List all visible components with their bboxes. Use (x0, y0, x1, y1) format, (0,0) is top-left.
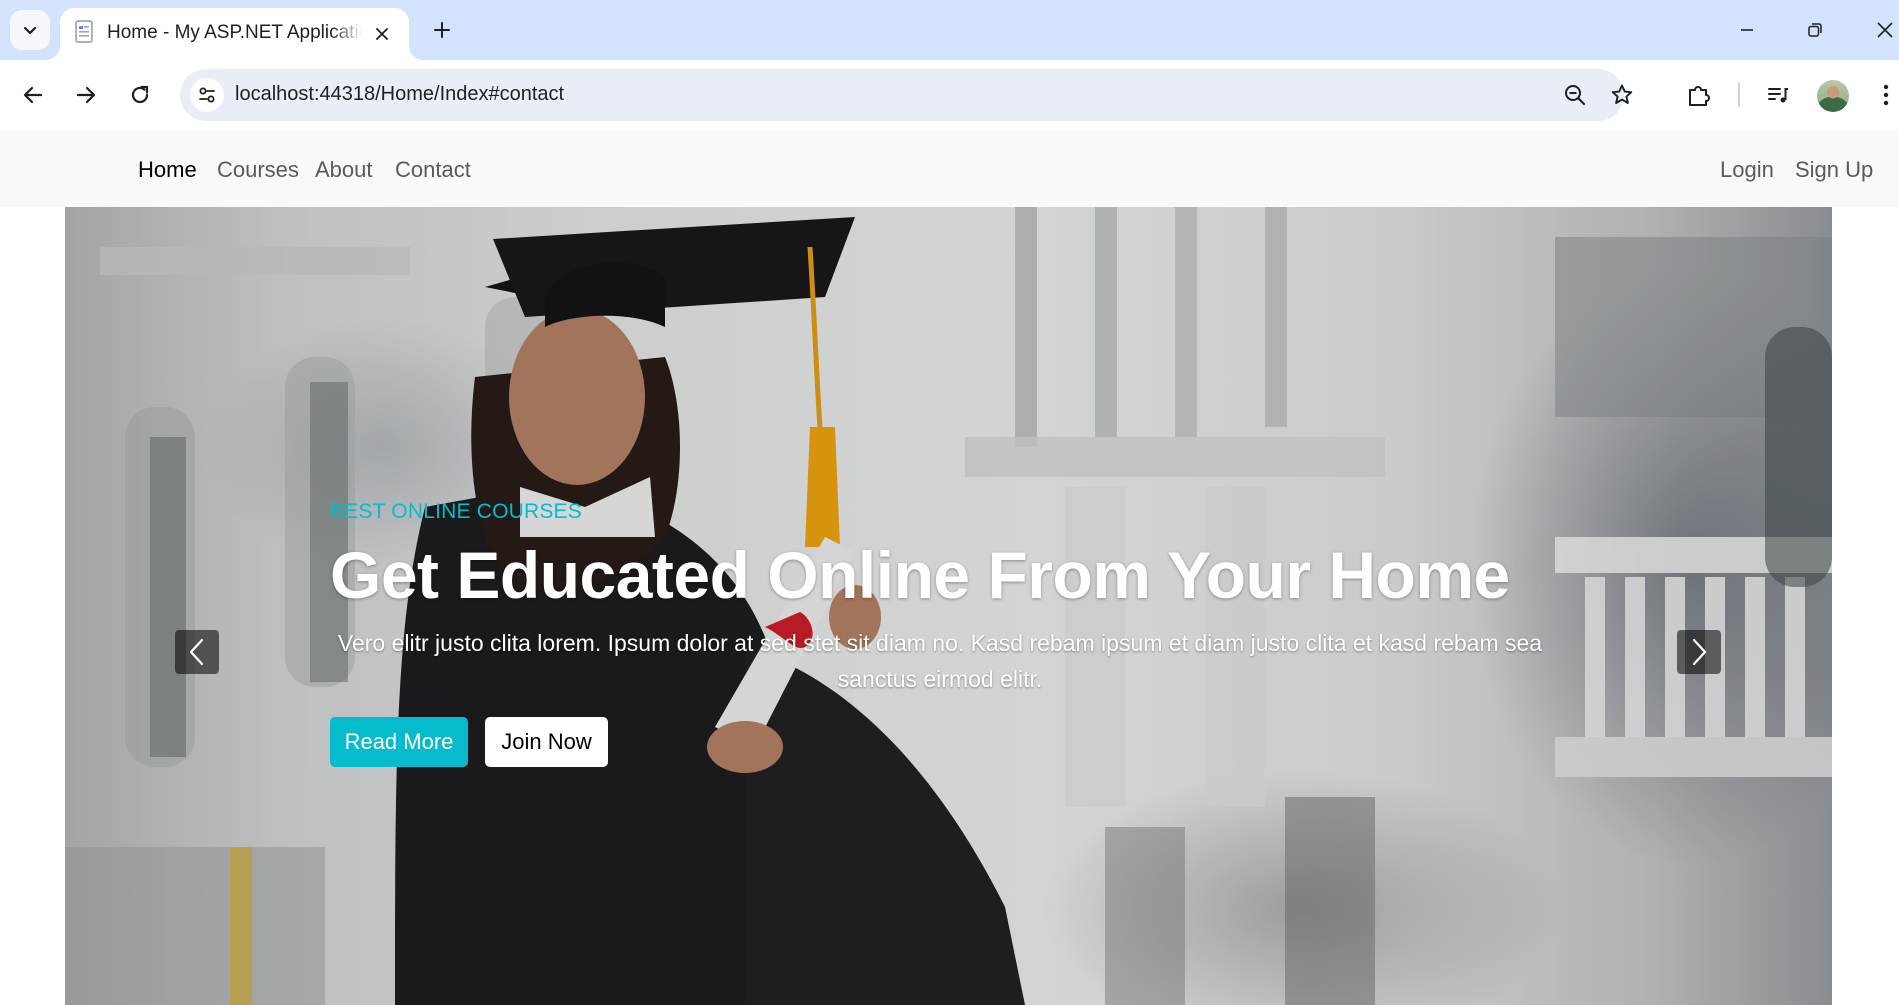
nav-link-contact[interactable]: Contact (395, 157, 471, 183)
carousel-prev-button[interactable] (175, 630, 219, 674)
url-path: :44318/Home/Index#contact (313, 83, 565, 105)
nav-link-courses[interactable]: Courses (217, 157, 299, 183)
tune-icon (199, 87, 215, 103)
chevron-down-icon (23, 26, 37, 35)
restore-button[interactable] (1795, 10, 1835, 50)
browser-menu-button[interactable] (1867, 76, 1899, 114)
web-page: E-Learn Home Courses About Contact Login… (0, 130, 1899, 1005)
close-icon (1877, 22, 1893, 38)
url-host: localhost (235, 83, 314, 105)
forward-button[interactable] (67, 76, 105, 114)
chevron-left-icon (189, 638, 204, 666)
avatar-icon[interactable] (1817, 80, 1849, 112)
close-icon (376, 28, 388, 40)
site-navbar: E-Learn Home Courses About Contact Login… (0, 130, 1899, 207)
reload-icon (131, 85, 149, 104)
restore-icon (1808, 23, 1822, 37)
site-info-button[interactable] (190, 78, 224, 112)
hero-title: Get Educated Online From Your Home (330, 538, 1510, 612)
read-more-button[interactable]: Read More (330, 717, 468, 767)
url-text[interactable]: localhost:44318/Home/Index#contact (235, 83, 564, 106)
kebab-menu-icon (1883, 84, 1889, 106)
tab-search-button[interactable] (10, 10, 50, 50)
arrow-right-icon (76, 86, 96, 104)
address-bar[interactable]: localhost:44318/Home/Index#contact (180, 69, 1633, 121)
puzzle-icon (1689, 86, 1710, 106)
back-button[interactable] (14, 76, 52, 114)
minimize-icon (1741, 29, 1753, 31)
browser-tabstrip: Home - My ASP.NET Application (0, 0, 1899, 60)
zoom-button[interactable] (1561, 81, 1589, 109)
toolbar-separator (1738, 83, 1740, 107)
nav-link-home[interactable]: Home (138, 157, 197, 183)
tab-title: Home - My ASP.NET Application (107, 22, 362, 43)
browser-toolbar: localhost:44318/Home/Index#contact (0, 60, 1899, 130)
hero-eyebrow: BEST ONLINE COURSES (330, 500, 582, 523)
nav-link-about[interactable]: About (315, 157, 373, 183)
nav-link-signup[interactable]: Sign Up (1795, 157, 1873, 183)
plus-icon (434, 22, 450, 38)
site-brand[interactable]: E-Learn (17, 154, 102, 182)
close-window-button[interactable] (1865, 10, 1899, 50)
minimize-button[interactable] (1727, 10, 1767, 50)
nav-link-login[interactable]: Login (1720, 157, 1774, 183)
document-favicon-icon (75, 20, 93, 43)
hero-carousel: BEST ONLINE COURSES Get Educated Online … (65, 207, 1832, 1005)
browser-tab-active[interactable]: Home - My ASP.NET Application (60, 8, 409, 60)
reload-button[interactable] (121, 76, 159, 114)
star-icon (1611, 84, 1633, 104)
media-queue-icon (1768, 88, 1788, 103)
tab-close-button[interactable] (370, 22, 394, 46)
zoom-out-icon (1565, 85, 1586, 106)
hero-description: Vero elitr justo clita lorem. Ipsum dolo… (337, 630, 1543, 692)
extensions-button[interactable] (1680, 76, 1718, 114)
bookmark-button[interactable] (1608, 81, 1636, 109)
new-tab-button[interactable] (424, 12, 460, 48)
media-controls-button[interactable] (1759, 76, 1797, 114)
join-now-button[interactable]: Join Now (485, 717, 608, 767)
chevron-right-icon (1692, 638, 1707, 666)
arrow-left-icon (23, 86, 43, 104)
carousel-next-button[interactable] (1677, 630, 1721, 674)
